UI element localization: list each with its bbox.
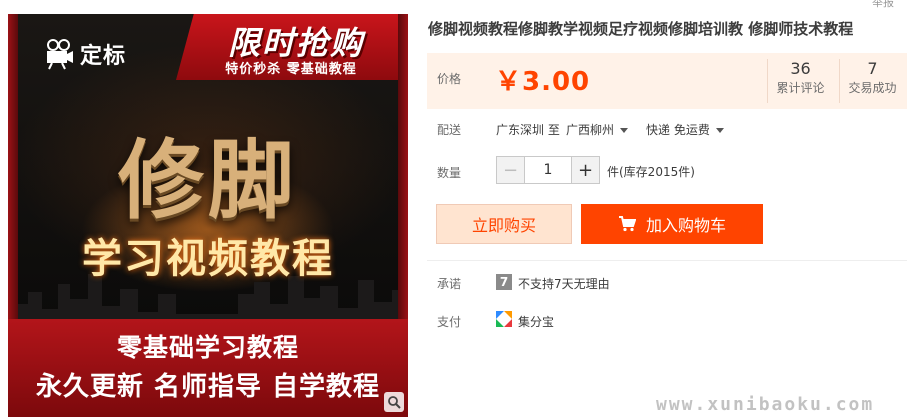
sales-count: 7: [867, 59, 878, 78]
product-main-image[interactable]: 定标 限时抢购 特价秒杀 零基础教程 修脚 学习视频教程 零基础学习教程 永久更…: [8, 14, 408, 417]
quantity-label: 数量: [437, 166, 462, 180]
review-count-box[interactable]: 36 累计评论: [767, 59, 833, 103]
seven-day-return-icon: 7: [496, 274, 512, 290]
review-count: 36: [790, 59, 811, 78]
chevron-down-icon: [715, 128, 724, 133]
quantity-stepper: − +: [496, 156, 600, 184]
price-label: 价格: [437, 72, 462, 86]
add-to-cart-button[interactable]: 加入购物车: [581, 204, 763, 244]
ship-from: 广东深圳 至: [496, 123, 560, 137]
payment-text: 集分宝: [518, 315, 555, 329]
image-sub-title: 学习视频教程: [82, 236, 334, 282]
site-watermark: www.xunibaoku.com: [656, 394, 875, 415]
promise-text: 不支持7天无理由: [518, 277, 610, 291]
quantity-input[interactable]: [525, 157, 571, 183]
stock-text: 件(库存2015件): [607, 165, 695, 179]
film-camera-icon: [47, 39, 73, 70]
jifenbao-icon: [496, 311, 512, 327]
image-bottom-line2: 永久更新 名师指导 自学教程: [35, 372, 381, 402]
report-link[interactable]: 举报: [872, 0, 894, 10]
ship-destination-select[interactable]: 广西柳州: [566, 121, 629, 138]
quantity-decrease-button[interactable]: −: [497, 157, 525, 183]
buy-now-button[interactable]: 立即购买: [436, 204, 572, 244]
promise-label: 承诺: [437, 277, 462, 291]
shopping-cart-icon: [618, 216, 636, 232]
image-bottom-line1: 零基础学习教程: [116, 333, 299, 362]
product-title: 修脚视频教程修脚教学视频足疗视频修脚培训教 修脚师技术教程: [428, 20, 854, 38]
promo-subtitle: 特价秒杀 零基础教程: [225, 62, 357, 77]
sales-count-box: 7 交易成功: [839, 59, 905, 103]
add-to-cart-label: 加入购物车: [645, 216, 726, 235]
review-count-label: 累计评论: [776, 81, 825, 95]
chevron-down-icon: [620, 128, 629, 133]
price-panel: 价格 ￥3.00 36 累计评论 7 交易成功: [427, 53, 907, 109]
image-main-title: 修脚: [118, 130, 298, 231]
price-value: ￥3.00: [495, 67, 591, 97]
ship-method-select[interactable]: 快递 免运费: [646, 121, 724, 138]
quantity-increase-button[interactable]: +: [571, 157, 599, 183]
logo-text: 定标: [80, 44, 127, 69]
payment-label: 支付: [437, 315, 462, 329]
brand-logo: 定标: [44, 38, 126, 70]
shipping-label: 配送: [437, 123, 462, 137]
ship-destination-value: 广西柳州: [566, 123, 615, 137]
section-divider: [427, 260, 907, 261]
ship-method-value: 快递 免运费: [646, 123, 710, 137]
flash-sale-banner: 限时抢购 特价秒杀 零基础教程: [176, 14, 398, 80]
zoom-magnifier-icon[interactable]: [384, 392, 404, 412]
sales-count-label: 交易成功: [848, 81, 897, 95]
